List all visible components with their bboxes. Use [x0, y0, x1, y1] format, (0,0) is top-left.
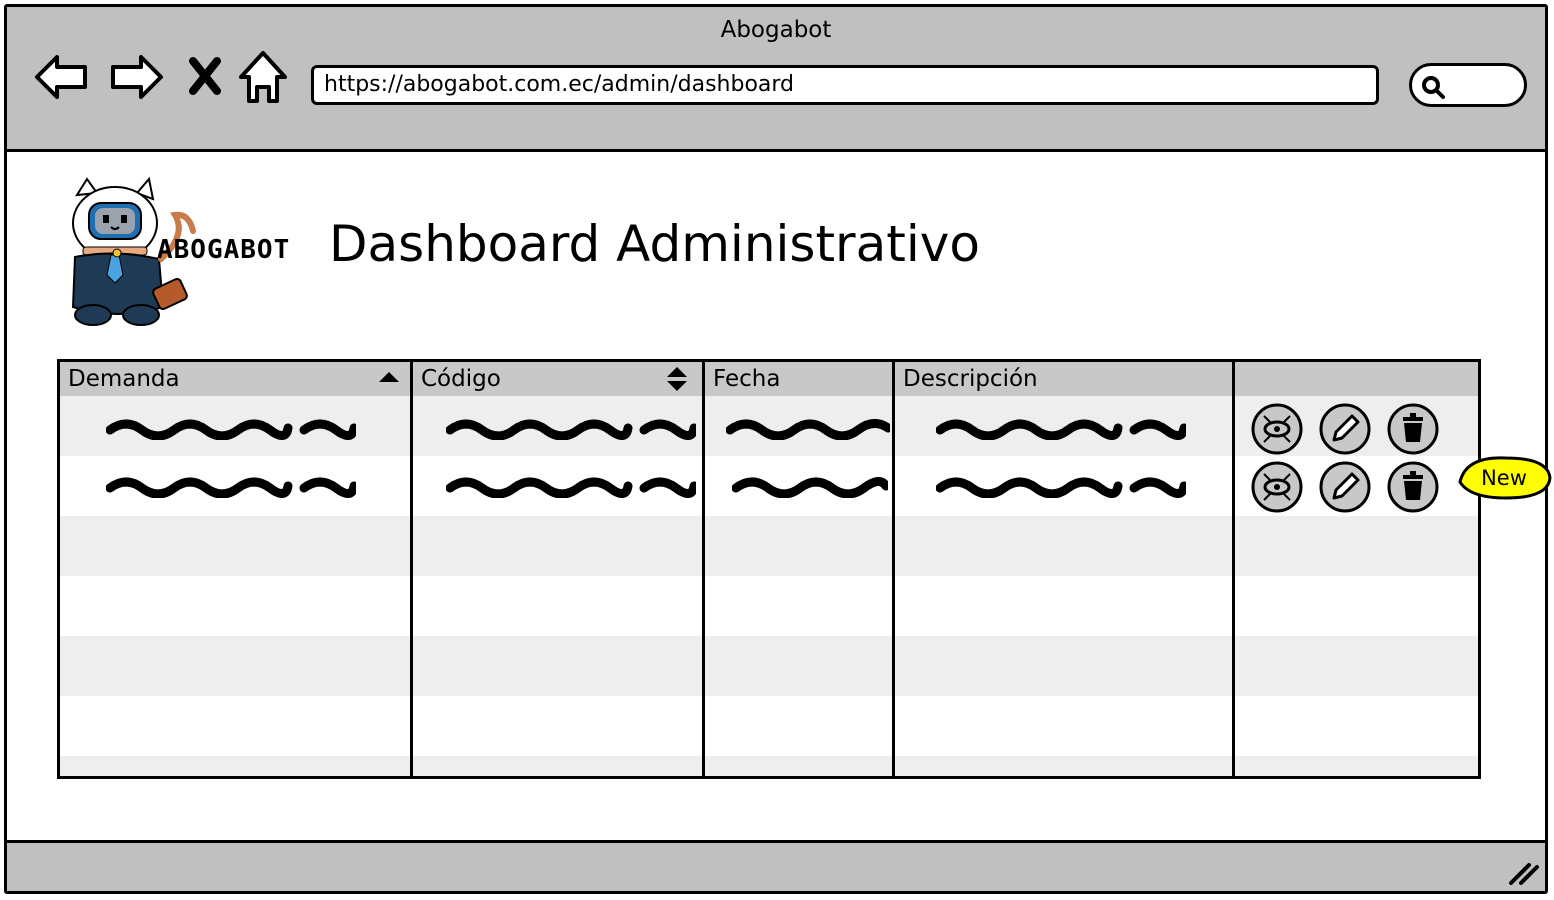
search-icon — [1422, 76, 1445, 99]
browser-toolbar: Abogabot https://abogabot.com.ec/admin/d… — [7, 7, 1545, 152]
column-header-label: Descripción — [903, 366, 1038, 392]
column-header-codigo[interactable]: Código — [413, 362, 702, 396]
empty-row — [60, 696, 1478, 756]
edit-icon[interactable] — [1318, 402, 1372, 456]
resize-handle-icon[interactable] — [1505, 857, 1539, 887]
redacted-text — [446, 419, 696, 440]
window-title: Abogabot — [720, 17, 832, 43]
column-divider[interactable] — [410, 362, 413, 776]
redacted-text — [446, 477, 696, 498]
back-icon[interactable] — [33, 47, 91, 107]
redacted-text — [106, 477, 356, 498]
browser-window: Abogabot https://abogabot.com.ec/admin/d… — [4, 4, 1548, 894]
column-header-fecha[interactable]: Fecha — [705, 362, 892, 396]
status-bar — [7, 840, 1545, 891]
redacted-text — [732, 477, 888, 498]
trash-icon[interactable] — [1386, 460, 1440, 514]
redacted-text — [726, 419, 890, 440]
new-badge-label: New — [1481, 466, 1527, 490]
sort-asc-icon — [379, 372, 399, 382]
new-badge[interactable]: New — [1456, 452, 1552, 504]
column-header-label: Demanda — [68, 366, 180, 392]
redacted-text — [936, 477, 1186, 498]
close-icon[interactable] — [185, 47, 225, 107]
trash-icon[interactable] — [1386, 402, 1440, 456]
column-header-descripcion[interactable]: Descripción — [895, 362, 1232, 396]
redacted-text — [936, 419, 1186, 440]
edit-icon[interactable] — [1318, 460, 1372, 514]
empty-row — [60, 576, 1478, 636]
view-icon[interactable] — [1250, 402, 1304, 456]
empty-row — [60, 636, 1478, 696]
data-table: Demanda Código Fecha Descripción — [57, 359, 1481, 779]
search-box[interactable] — [1409, 63, 1527, 107]
logo-text: ABOGABOT — [157, 235, 291, 265]
home-icon[interactable] — [235, 47, 293, 107]
url-bar[interactable]: https://abogabot.com.ec/admin/dashboard — [311, 65, 1379, 105]
column-divider[interactable] — [1232, 362, 1235, 776]
column-divider[interactable] — [702, 362, 705, 776]
empty-row — [60, 516, 1478, 576]
sort-both-icon — [667, 367, 687, 391]
column-header-label: Fecha — [713, 366, 781, 392]
empty-row — [60, 756, 1478, 776]
column-divider[interactable] — [892, 362, 895, 776]
forward-icon[interactable] — [107, 47, 165, 107]
column-header-label: Código — [421, 366, 501, 392]
redacted-text — [106, 419, 356, 440]
view-icon[interactable] — [1250, 460, 1304, 514]
page-title: Dashboard Administrativo — [329, 215, 980, 273]
column-header-demanda[interactable]: Demanda — [60, 362, 410, 396]
column-header-actions — [1235, 362, 1478, 396]
